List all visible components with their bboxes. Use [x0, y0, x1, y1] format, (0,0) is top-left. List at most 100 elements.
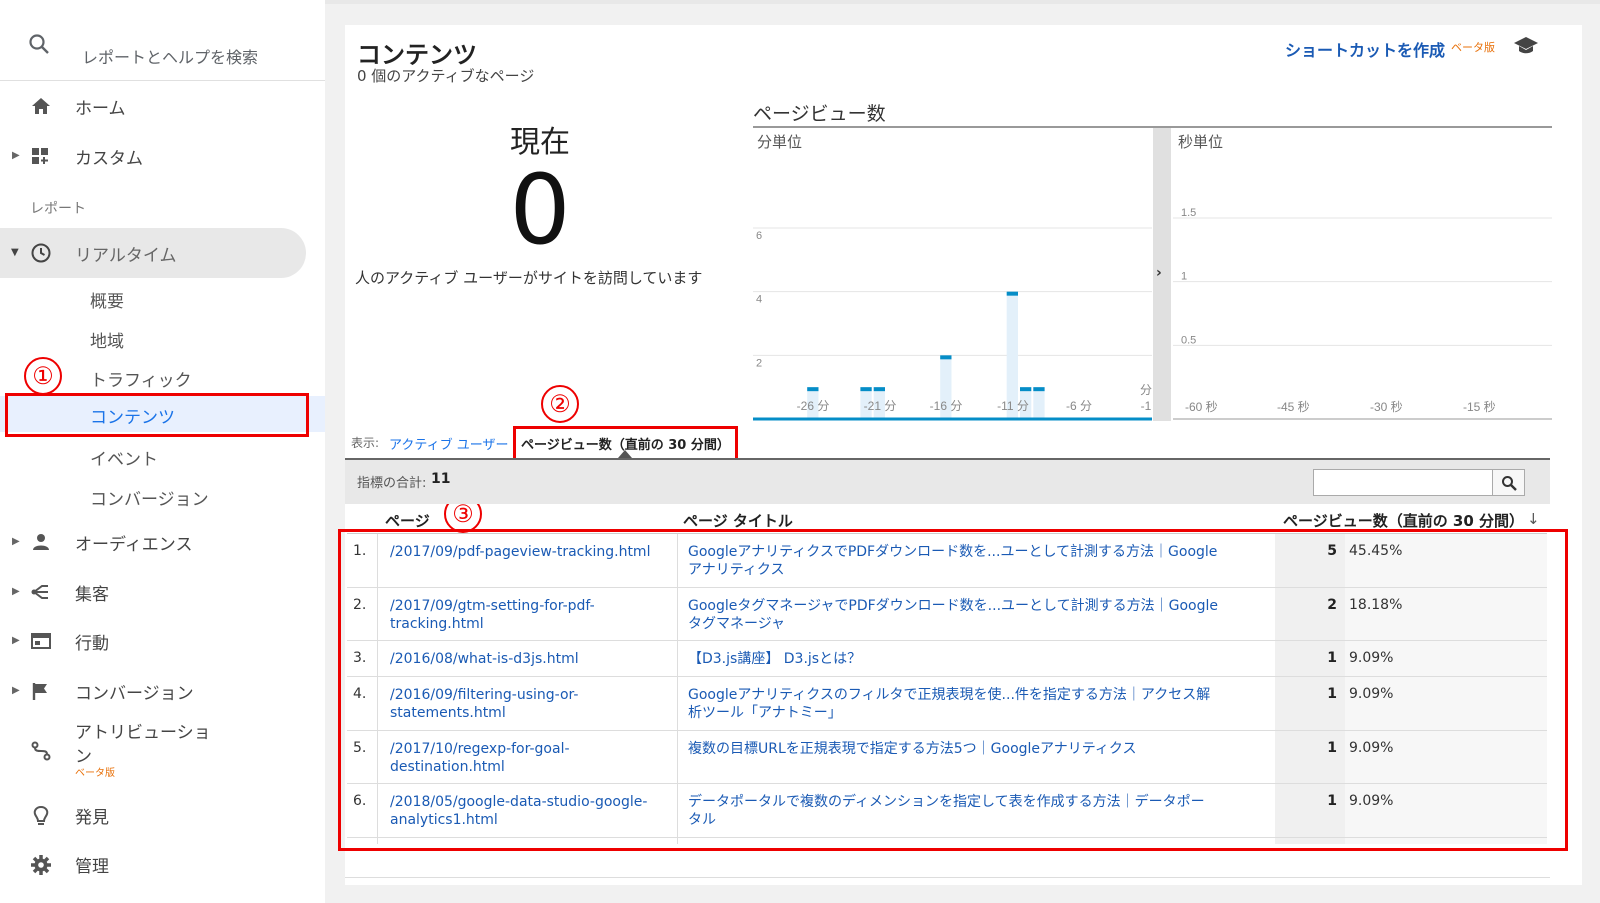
- sidebar-item-label: オーディエンス: [75, 535, 193, 555]
- sidebar-item-acquisition[interactable]: ▶ 集客: [0, 570, 325, 614]
- pageview-percent: 9.09%: [1349, 686, 1394, 702]
- page-title-link[interactable]: データポータルで複数のディメンションを指定して表を作成する方法｜データポー タル: [688, 793, 1278, 829]
- reports-section-header: レポート: [30, 201, 86, 217]
- table-row: 1. /2017/09/pdf-pageview-tracking.html Goo…: [347, 534, 1547, 588]
- sidebar-item-attribution[interactable]: アトリビューショ ン ベータ版: [0, 712, 325, 782]
- page-link[interactable]: /2017/09/pdf-pageview-tracking.html: [390, 543, 670, 561]
- page-title-link[interactable]: GoogleアナリティクスでPDFダウンロード数を...ユーとして計測する方法｜…: [688, 543, 1278, 579]
- table-search-input[interactable]: [1313, 469, 1493, 496]
- y-tick-label: 0.5: [1181, 334, 1196, 346]
- bar: [1020, 387, 1032, 392]
- page-link[interactable]: /2017/10/regexp-for-goal-destination.htm…: [390, 740, 670, 776]
- clock-icon: [30, 242, 52, 264]
- x-tick-label: -16 分: [930, 399, 963, 413]
- sidebar-item-label: 発見: [75, 808, 109, 828]
- y-tick-label: 4: [756, 294, 762, 306]
- summary-bar: 指標の合計: 11: [345, 458, 1550, 504]
- row-number: 3.: [353, 650, 367, 666]
- page-subtitle: 0 個のアクティブなページ: [357, 67, 535, 85]
- y-tick-label: 1.5: [1181, 207, 1196, 219]
- sidebar-subitem-content[interactable]: コンテンツ: [0, 396, 325, 432]
- page-title-link[interactable]: Googleアナリティクスのフィルタで正規表現を使...件を指定する方法｜アクセ…: [688, 686, 1278, 722]
- bar-background: [1033, 387, 1045, 419]
- sidebar-item-realtime[interactable]: ▼ リアルタイム: [0, 228, 306, 278]
- y-tick-label: 2: [756, 357, 762, 369]
- y-tick-label: 1: [1181, 271, 1187, 283]
- table-search-button[interactable]: [1492, 469, 1525, 496]
- chart-title: ページビュー数: [753, 103, 886, 125]
- page-title-link[interactable]: 【D3.js講座】 D3.jsとは？: [688, 650, 1278, 668]
- sidebar-item-behavior[interactable]: ▶ 行動: [0, 619, 325, 663]
- graduation-cap-icon: [1513, 35, 1539, 55]
- pageview-count: 1: [1327, 686, 1337, 702]
- page-link[interactable]: /2016/08/what-is-d3js.html: [390, 650, 670, 668]
- sidebar-subitem-label: コンバージョン: [90, 490, 209, 510]
- sidebar-subitem-overview[interactable]: 概要: [0, 280, 325, 316]
- sidebar-subitem-events[interactable]: イベント: [0, 438, 325, 474]
- active-users-caption: 人のアクティブ ユーザーがサイトを訪問しています: [355, 269, 703, 287]
- sidebar-item-discover[interactable]: 発見: [0, 793, 325, 837]
- pageview-count: 1: [1327, 793, 1337, 809]
- col-header-pageviews[interactable]: ページビュー数（直前の 30 分間）: [1283, 510, 1524, 531]
- search-icon: [27, 32, 51, 56]
- x-tick-label: 分: [1140, 383, 1152, 397]
- chevron-right-icon: ▶: [12, 635, 20, 646]
- show-label: 表示:: [351, 436, 380, 450]
- sidebar-item-admin[interactable]: 管理: [0, 842, 325, 886]
- col-header-page[interactable]: ページ: [385, 510, 430, 531]
- custom-dashboard-icon: [30, 146, 52, 166]
- sidebar-item-label: リアルタイム: [75, 246, 177, 266]
- tab-selected-indicator: [618, 450, 632, 458]
- annotation-marker-2: ②: [541, 385, 579, 423]
- page-title-link[interactable]: 複数の目標URLを正規表現で指定する方法5つ｜Googleアナリティクス: [688, 740, 1278, 758]
- x-tick-label: -11 分: [997, 399, 1029, 413]
- sidebar-item-custom[interactable]: ▶ カスタム: [0, 134, 325, 178]
- col-header-title[interactable]: ページ タイトル: [683, 510, 793, 531]
- flag-icon: [30, 681, 52, 701]
- attribution-icon: [30, 740, 52, 762]
- home-icon: [30, 96, 52, 116]
- x-tick-label: -60 秒: [1185, 400, 1218, 414]
- page-link[interactable]: /2016/09/filtering-using-or-statements.h…: [390, 686, 670, 722]
- chevron-right-icon: ▶: [12, 586, 20, 597]
- y-tick-label: 6: [756, 230, 762, 242]
- search-bar[interactable]: レポートとヘルプを検索: [0, 16, 325, 68]
- page-title-link[interactable]: GoogleタグマネージャでPDFダウンロード数を...ユーとして計測する方法｜…: [688, 597, 1278, 633]
- tab-active-users[interactable]: アクティブ ユーザー: [389, 434, 508, 453]
- sidebar-item-home[interactable]: ホーム: [0, 84, 325, 128]
- bar: [807, 387, 819, 392]
- sort-desc-icon: ↓: [1527, 510, 1540, 528]
- pageview-count: 2: [1327, 597, 1337, 613]
- x-tick-label: -45 秒: [1277, 400, 1310, 414]
- sidebar-divider: [0, 80, 325, 81]
- data-table: 1. /2017/09/pdf-pageview-tracking.html Goo…: [347, 533, 1547, 844]
- table-footer-rule: [345, 877, 1550, 878]
- create-shortcut-button[interactable]: ショートカットを作成 ベータ版: [1285, 35, 1575, 60]
- pageview-percent: 9.09%: [1349, 793, 1394, 809]
- table-row: 3. /2016/08/what-is-d3js.html 【D3.js講座】 D3…: [347, 641, 1547, 677]
- sidebar-item-conversion[interactable]: ▶ コンバージョン: [0, 669, 325, 713]
- acquisition-icon: [30, 582, 52, 602]
- x-tick-label: -6 分: [1066, 399, 1092, 413]
- pageview-count: 5: [1327, 543, 1337, 559]
- sidebar-subitem-location[interactable]: 地域: [0, 320, 325, 356]
- summary-value: 11: [431, 471, 451, 487]
- x-tick-label: -26 分: [797, 399, 830, 413]
- active-users-count: 0: [509, 154, 571, 266]
- sidebar-subitem-conversions[interactable]: コンバージョン: [0, 478, 325, 514]
- sidebar-item-audience[interactable]: ▶ オーディエンス: [0, 520, 325, 564]
- lightbulb-icon: [30, 805, 52, 827]
- pageview-count: 1: [1327, 740, 1337, 756]
- sidebar-item-label: ホーム: [75, 99, 126, 119]
- annotation-marker-1: ①: [24, 357, 62, 395]
- sidebar-item-label: カスタム: [75, 149, 143, 169]
- page-link[interactable]: /2017/09/gtm-setting-for-pdf-tracking.ht…: [390, 597, 670, 633]
- chevron-right-icon: ▶: [12, 150, 20, 161]
- chevron-right-icon: ▶: [12, 685, 20, 696]
- shortcut-label: ショートカットを作成: [1285, 41, 1446, 60]
- sidebar: レポートとヘルプを検索 ホーム ▶ カスタム レポート ▼ リアルタイム 概要 …: [0, 0, 325, 903]
- main-panel: コンテンツ 0 個のアクティブなページ ショートカットを作成 ベータ版 現在 0…: [345, 25, 1582, 885]
- search-placeholder: レポートとヘルプを検索: [82, 48, 259, 67]
- bar: [1006, 291, 1018, 296]
- page-link[interactable]: /2018/05/google-data-studio-google-analy…: [390, 793, 670, 829]
